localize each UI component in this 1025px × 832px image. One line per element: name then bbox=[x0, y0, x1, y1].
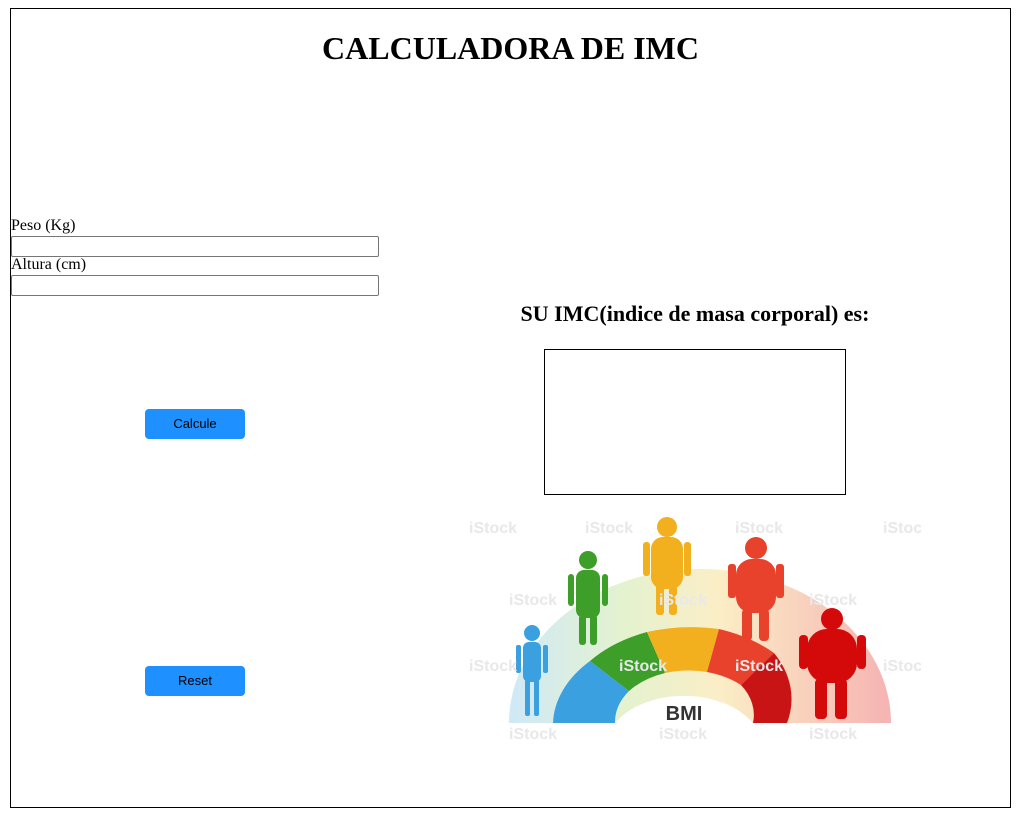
svg-text:iStock: iStock bbox=[809, 726, 857, 743]
peso-input[interactable] bbox=[11, 236, 379, 257]
svg-text:iStock: iStock bbox=[619, 658, 667, 675]
center-label: BMI bbox=[666, 703, 703, 725]
svg-text:iStock: iStock bbox=[883, 520, 921, 537]
peso-label: Peso (Kg) bbox=[11, 217, 76, 234]
result-heading: SU IMC(indice de masa corporal) es: bbox=[520, 301, 870, 326]
bmi-chart-illustration: BMI iStock iStock iStock iStock iStock iStoc… bbox=[469, 517, 921, 743]
svg-text:iStock: iStock bbox=[735, 520, 783, 537]
svg-text:iStock: iStock bbox=[809, 592, 857, 609]
svg-text:iStock: iStock bbox=[509, 592, 557, 609]
svg-text:iStock: iStock bbox=[509, 726, 557, 743]
altura-input[interactable] bbox=[11, 275, 379, 296]
svg-text:iStock: iStock bbox=[883, 658, 921, 675]
result-output-box bbox=[544, 349, 846, 495]
svg-text:iStock: iStock bbox=[659, 726, 707, 743]
calculate-button[interactable]: Calcule bbox=[145, 409, 245, 439]
reset-button[interactable]: Reset bbox=[145, 666, 245, 696]
altura-label: Altura (cm) bbox=[11, 256, 87, 273]
page-title: CALCULADORA DE IMC bbox=[322, 30, 699, 66]
svg-text:iStock: iStock bbox=[585, 520, 633, 537]
svg-text:iStock: iStock bbox=[469, 658, 517, 675]
svg-text:iStock: iStock bbox=[469, 520, 517, 537]
svg-text:iStock: iStock bbox=[659, 592, 707, 609]
svg-text:iStock: iStock bbox=[735, 658, 783, 675]
